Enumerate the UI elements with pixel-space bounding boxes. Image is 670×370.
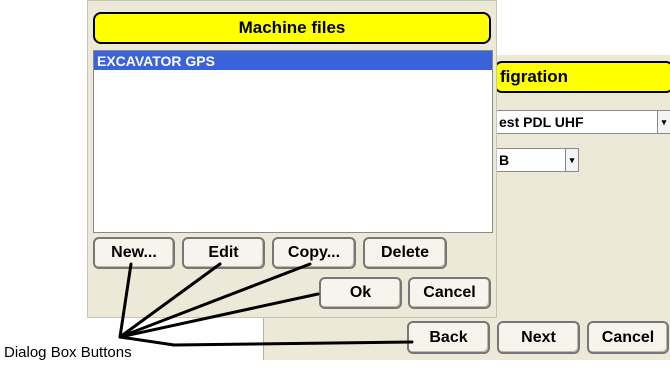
channel-select[interactable]: B ▾: [494, 148, 579, 172]
machine-file-list[interactable]: EXCAVATOR GPS: [93, 50, 493, 233]
next-button[interactable]: Next: [497, 321, 580, 354]
back-button[interactable]: Back: [407, 321, 490, 354]
channel-select-value: B: [499, 152, 510, 168]
cancel-button[interactable]: Cancel: [587, 321, 669, 354]
radio-select[interactable]: est PDL UHF ▾: [494, 110, 670, 134]
radio-select-value: est PDL UHF: [499, 114, 584, 130]
ok-button[interactable]: Ok: [319, 277, 402, 309]
callout-label: Dialog Box Buttons: [4, 344, 132, 361]
machine-files-dialog: Machine files EXCAVATOR GPS New... Edit …: [87, 0, 497, 318]
copy-button[interactable]: Copy...: [272, 237, 356, 269]
dropdown-arrow-icon[interactable]: ▾: [565, 149, 578, 171]
cancel-button[interactable]: Cancel: [408, 277, 491, 309]
delete-button[interactable]: Delete: [363, 237, 447, 269]
list-item[interactable]: EXCAVATOR GPS: [94, 51, 492, 70]
configuration-title: figration: [494, 61, 670, 93]
new-button[interactable]: New...: [93, 237, 175, 269]
machine-files-title: Machine files: [93, 12, 491, 44]
edit-button[interactable]: Edit: [182, 237, 265, 269]
dropdown-arrow-icon[interactable]: ▾: [657, 111, 670, 133]
